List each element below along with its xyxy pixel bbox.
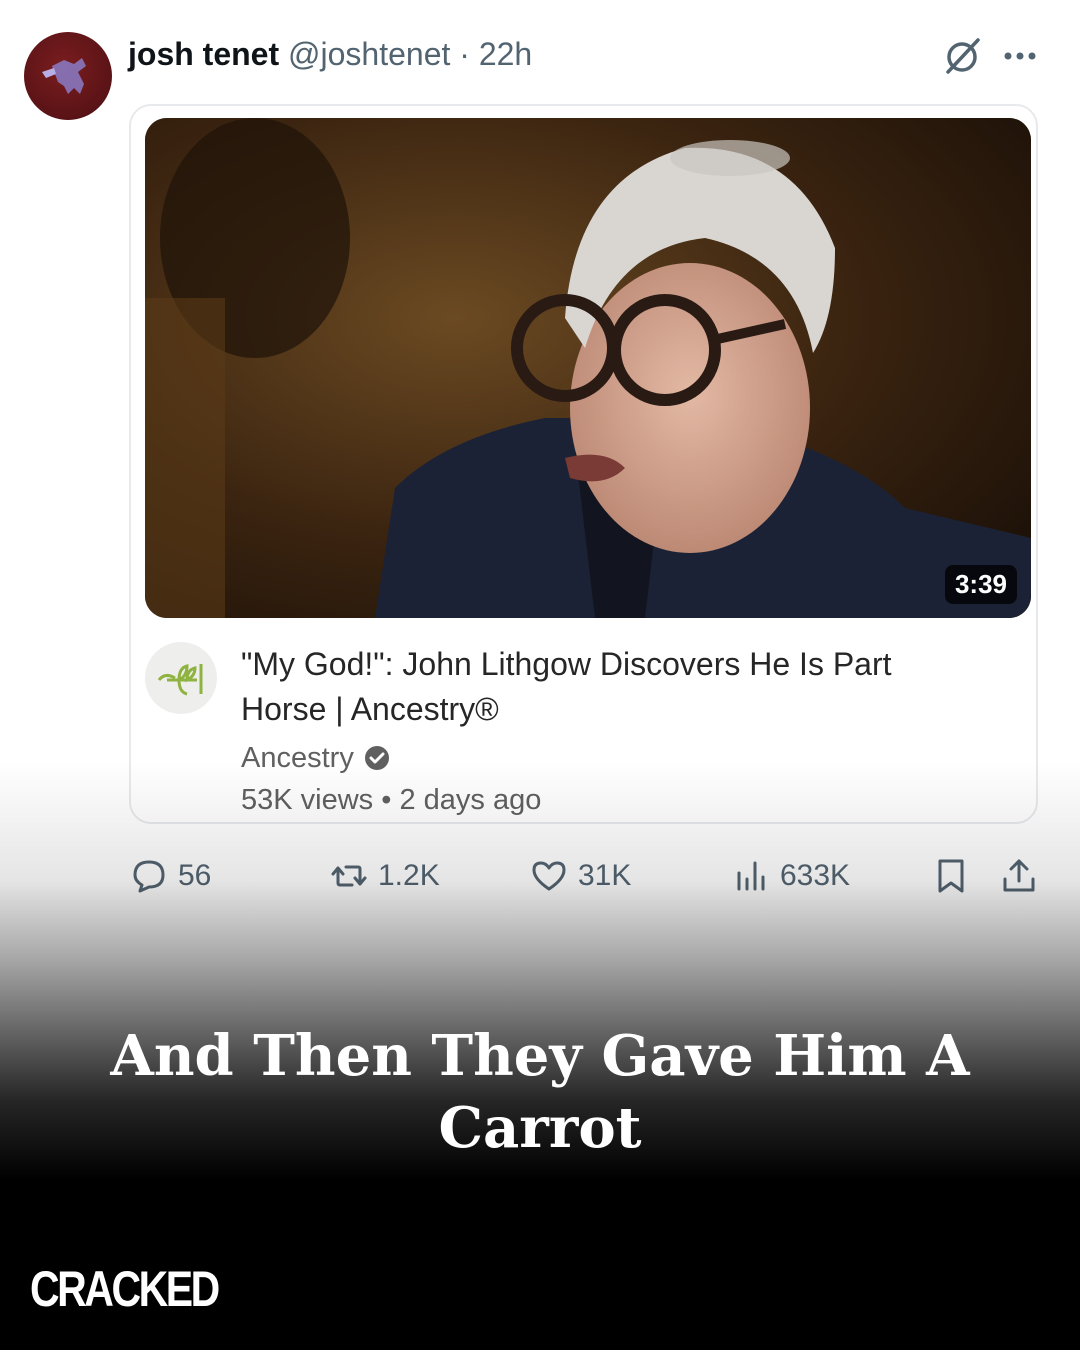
channel-avatar[interactable] [145, 642, 217, 714]
video-thumbnail[interactable]: 3:39 [145, 118, 1031, 618]
tweet: josh tenet @joshtenet · 22h 3:39 "My God… [0, 0, 1080, 940]
action-bar: 56 1.2K 31K 633K [0, 848, 1080, 904]
grok-icon[interactable] [940, 34, 984, 78]
video-meta: 53K views • 2 days ago [241, 780, 541, 820]
reply-button[interactable]: 56 [130, 848, 211, 904]
repost-count: 1.2K [378, 859, 440, 892]
view-count-tweet: 633K [780, 859, 851, 892]
video-title[interactable]: "My God!": John Lithgow Discovers He Is … [241, 642, 961, 732]
bookmark-button[interactable] [932, 848, 970, 904]
verified-check-icon [364, 746, 389, 770]
channel-name[interactable]: Ancestry [241, 738, 354, 778]
meme-caption: And Then They Gave Him A Carrot [110, 1023, 970, 1161]
author-name[interactable]: josh tenet [128, 36, 279, 72]
share-button[interactable] [1000, 848, 1038, 904]
heart-icon [532, 861, 566, 891]
reply-count: 56 [178, 859, 212, 892]
reply-icon [133, 860, 165, 893]
upload-age: 2 days ago [399, 784, 542, 816]
channel-row: Ancestry [241, 738, 390, 778]
bookmark-icon [938, 859, 964, 893]
like-count: 31K [578, 859, 632, 892]
repost-icon [331, 865, 367, 887]
author-handle[interactable]: @joshtenet [288, 36, 450, 72]
share-icon [1003, 859, 1035, 892]
views-button[interactable]: 633K [732, 848, 850, 904]
video-duration: 3:39 [944, 565, 1017, 604]
view-count: 53K views [241, 784, 374, 816]
post-time[interactable]: 22h [479, 36, 532, 72]
video-card[interactable]: 3:39 "My God!": John Lithgow Discovers H… [129, 104, 1038, 824]
meta-separator: • [381, 784, 392, 816]
separator-dot: · [459, 36, 470, 72]
cracked-logo: CRACKED [30, 1261, 220, 1317]
like-button[interactable]: 31K [530, 848, 631, 904]
analytics-icon [737, 861, 765, 891]
ancestry-leaf-icon [157, 664, 203, 696]
post-header: josh tenet @joshtenet · 22h [128, 32, 532, 76]
more-dots-icon[interactable] [1000, 38, 1040, 74]
avatar[interactable] [24, 32, 112, 120]
repost-button[interactable]: 1.2K [330, 848, 440, 904]
